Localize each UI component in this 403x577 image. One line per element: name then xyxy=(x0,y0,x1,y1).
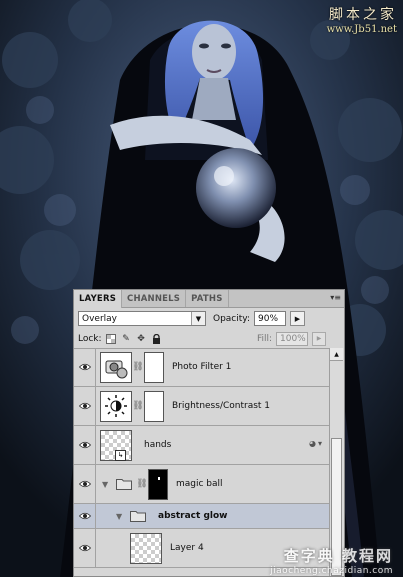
layer-row-photo-filter[interactable]: ⛓ Photo Filter 1 xyxy=(74,348,330,387)
blend-mode-select[interactable]: Overlay ▼ xyxy=(78,311,206,326)
lock-transparency-icon[interactable] xyxy=(106,333,117,344)
visibility-eye-icon[interactable] xyxy=(74,465,96,503)
layer-row-brightness-contrast[interactable]: ⛓ Brightness/Contrast 1 xyxy=(74,387,330,426)
layer-name: abstract glow xyxy=(158,511,228,521)
watermark-bottom-text: 查字典 教程网 xyxy=(283,547,393,565)
blend-row: Overlay ▼ Opacity: 90% ▶ xyxy=(74,308,344,329)
layer-row-magic-ball-group[interactable]: ▼ ⛓ magic ball xyxy=(74,465,330,504)
group-expand-triangle-icon[interactable]: ▼ xyxy=(102,480,112,489)
layer-name: Photo Filter 1 xyxy=(172,362,232,372)
watermark-top-text: 脚本之家 xyxy=(329,7,397,23)
layer-name: Brightness/Contrast 1 xyxy=(172,401,271,411)
lock-position-move-icon[interactable]: ✥ xyxy=(136,333,147,344)
fill-label: Fill: xyxy=(256,333,272,344)
panel-menu-icon[interactable]: ▾≡ xyxy=(330,293,341,302)
watermark-top-url: www.Jb51.net xyxy=(326,24,397,35)
chevron-down-icon: ▼ xyxy=(191,312,205,325)
group-expand-triangle-icon[interactable]: ▼ xyxy=(116,512,126,521)
layer-effects-indicator[interactable]: ◕ ▾ xyxy=(309,439,322,448)
layer-list: ⛓ Photo Filter 1 ⛓ Brightness/Contrast 1… xyxy=(74,348,330,568)
fill-field: 100% xyxy=(276,331,308,346)
link-chain-icon: ⛓ xyxy=(132,401,144,411)
link-chain-icon: ⛓ xyxy=(136,479,148,489)
scroll-up-arrow-icon[interactable]: ▲ xyxy=(330,348,343,361)
visibility-eye-icon[interactable] xyxy=(74,529,96,567)
layer-name: hands xyxy=(144,440,172,450)
tab-layers[interactable]: LAYERS xyxy=(74,290,123,308)
lock-pixels-brush-icon[interactable]: ✎ xyxy=(121,333,132,344)
opacity-field[interactable]: 90% xyxy=(254,311,286,326)
visibility-eye-icon[interactable] xyxy=(74,387,96,425)
layer-name: Layer 4 xyxy=(170,543,204,553)
tab-channels[interactable]: CHANNELS xyxy=(122,290,187,307)
visibility-eye-icon[interactable] xyxy=(74,348,96,386)
lock-row: Lock: ✎ ✥ Fill: 100% ▶ xyxy=(74,329,344,349)
group-mask-thumbnail[interactable] xyxy=(148,468,168,500)
photo-filter-icon xyxy=(100,351,132,383)
opacity-label: Opacity: xyxy=(213,313,250,324)
fill-slider-arrow-icon: ▶ xyxy=(312,331,326,346)
tab-paths[interactable]: PATHS xyxy=(186,290,229,307)
panel-tabs: LAYERS CHANNELS PATHS ▾≡ xyxy=(74,290,344,308)
layer-mask-thumbnail[interactable] xyxy=(144,390,164,422)
link-chain-icon: ⛓ xyxy=(132,362,144,372)
layer-name: magic ball xyxy=(176,479,223,489)
brightness-contrast-icon xyxy=(100,390,132,422)
visibility-eye-icon[interactable] xyxy=(74,504,96,528)
folder-icon xyxy=(116,479,132,490)
folder-icon xyxy=(130,511,146,522)
lock-all-icon[interactable] xyxy=(151,333,162,344)
expand-triangle-icon: ▾ xyxy=(317,439,322,448)
layer-mask-thumbnail[interactable] xyxy=(144,351,164,383)
effects-icon: ◕ xyxy=(309,439,316,448)
blend-mode-value: Overlay xyxy=(82,313,117,324)
layer-row-abstract-glow-group[interactable]: ▼ abstract glow xyxy=(74,504,330,529)
watermark-bottom-url: jiaocheng.chazidian.com xyxy=(270,566,393,576)
visibility-eye-icon[interactable] xyxy=(74,426,96,464)
layer-row-hands[interactable]: ↳ hands ◕ ▾ xyxy=(74,426,330,465)
watermark-top: 脚本之家 www.Jb51.net xyxy=(327,4,397,35)
layer-thumbnail[interactable] xyxy=(130,532,162,564)
opacity-slider-arrow-icon[interactable]: ▶ xyxy=(290,311,305,326)
smart-object-icon: ↳ xyxy=(115,450,126,461)
lock-label: Lock: xyxy=(78,333,102,344)
layers-panel: LAYERS CHANNELS PATHS ▾≡ Overlay ▼ Opaci… xyxy=(73,289,345,577)
watermark-bottom: 查字典 教程网 jiaocheng.chazidian.com xyxy=(270,545,393,576)
layers-scrollbar[interactable]: ▲ xyxy=(329,348,344,576)
